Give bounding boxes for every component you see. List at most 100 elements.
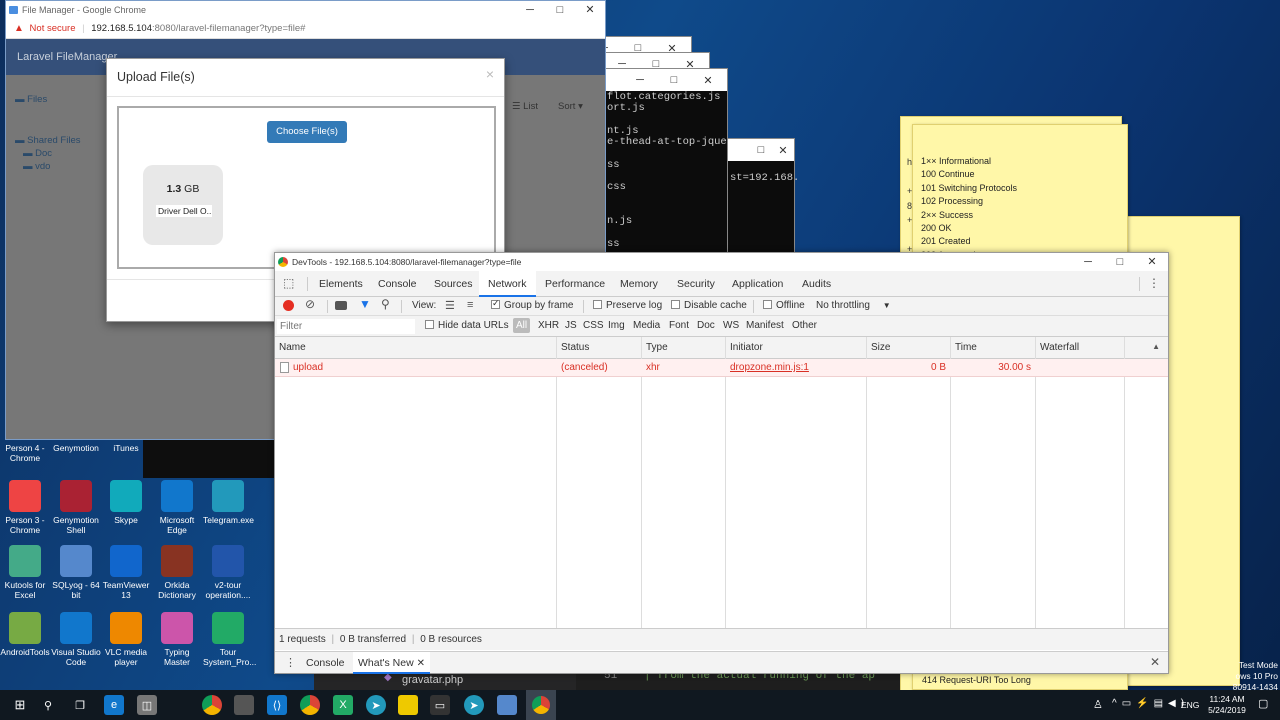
- desktop-icon[interactable]: Genymotion: [51, 443, 101, 453]
- close-tab-icon[interactable]: ✕: [417, 658, 425, 669]
- chrome-taskbar-icon-2[interactable]: [300, 695, 320, 715]
- list-view-button[interactable]: ☰ List: [512, 101, 538, 112]
- sidebar-item-shared[interactable]: ▬ Shared Files: [15, 134, 80, 147]
- filter-type-ws[interactable]: WS: [723, 320, 739, 331]
- chrome-taskbar-icon[interactable]: [202, 695, 222, 715]
- brand[interactable]: Laravel FileManager: [17, 51, 117, 63]
- filter-type-js[interactable]: JS: [565, 320, 577, 331]
- devtools-tab-application[interactable]: Application: [732, 271, 783, 297]
- devtools-titlebar[interactable]: DevTools - 192.168.5.104:8080/laravel-fi…: [275, 253, 1168, 272]
- desktop-icon[interactable]: Person 3 - Chrome: [0, 480, 50, 535]
- disable-cache-checkbox[interactable]: Disable cache: [671, 300, 747, 311]
- chrome-titlebar[interactable]: File Manager - Google Chrome ─ □ ✕: [6, 1, 605, 19]
- edge-taskbar-icon[interactable]: e: [104, 695, 124, 715]
- devtools-window[interactable]: DevTools - 192.168.5.104:8080/laravel-fi…: [274, 252, 1169, 674]
- filter-input[interactable]: [277, 319, 415, 334]
- devtools-tab-elements[interactable]: Elements: [319, 271, 363, 297]
- excel-taskbar-icon[interactable]: X: [333, 695, 353, 715]
- desktop-icon[interactable]: Orkida Dictionary: [152, 545, 202, 600]
- clear-icon[interactable]: ⊘: [305, 297, 315, 311]
- column-header-time[interactable]: Time: [951, 337, 1036, 359]
- column-header-waterfall[interactable]: Waterfall: [1036, 337, 1125, 359]
- terminal-taskbar-icon[interactable]: ▭: [430, 695, 450, 715]
- desktop-icon[interactable]: Visual Studio Code: [51, 612, 101, 667]
- desktop-icon[interactable]: Genymotion Shell: [51, 480, 101, 535]
- filter-type-css[interactable]: CSS: [583, 320, 604, 331]
- devtools-tab-network[interactable]: Network: [479, 271, 536, 297]
- filter-type-xhr[interactable]: XHR: [538, 320, 559, 331]
- desktop-icon[interactable]: AndroidTools: [0, 612, 50, 657]
- drawer-tab-whats-new[interactable]: What's New ✕: [353, 652, 430, 674]
- overview-icon[interactable]: ≡: [467, 299, 473, 311]
- close-drawer-icon[interactable]: ✕: [1150, 655, 1160, 669]
- offline-checkbox[interactable]: Offline: [763, 300, 805, 311]
- task-view-icon[interactable]: ❐: [70, 695, 90, 715]
- column-header-initiator[interactable]: Initiator: [726, 337, 867, 359]
- more-menu-icon[interactable]: ⋮: [1148, 276, 1160, 290]
- store-icon[interactable]: ◫: [137, 695, 157, 715]
- drawer-menu-icon[interactable]: ⋮: [285, 656, 296, 669]
- devtools-tab-security[interactable]: Security: [677, 271, 715, 297]
- sticky-notes-taskbar-icon[interactable]: [398, 695, 418, 715]
- filter-type-all[interactable]: All: [513, 318, 531, 333]
- search-icon[interactable]: ⚲: [38, 695, 58, 715]
- vscode-taskbar-icon[interactable]: ⟨⟩: [267, 695, 287, 715]
- tray-clock[interactable]: 11:24 AM 5/24/2019: [1202, 694, 1252, 716]
- tray-people-icon[interactable]: ♙: [1093, 698, 1103, 711]
- filter-type-img[interactable]: Img: [608, 320, 625, 331]
- dt-maximize[interactable]: □: [1104, 253, 1136, 272]
- sidebar-item-files[interactable]: ▬ Files: [15, 93, 80, 106]
- address-bar[interactable]: ▲ Not secure | 192.168.5.104:8080/larave…: [6, 19, 605, 39]
- column-header-status[interactable]: Status: [557, 337, 642, 359]
- desktop-icon[interactable]: Kutools for Excel: [0, 545, 50, 600]
- large-rows-icon[interactable]: ☰: [445, 299, 455, 312]
- desktop-icon[interactable]: Tour System_Pro...: [203, 612, 256, 667]
- start-button[interactable]: ⊞: [10, 695, 30, 715]
- table-row[interactable]: upload (canceled) xhr dropzone.min.js:1 0 B 3…: [275, 359, 1168, 377]
- not-secure-label[interactable]: Not secure: [30, 23, 76, 34]
- filter-type-font[interactable]: Font: [669, 320, 689, 331]
- telegram-taskbar-icon-2[interactable]: ➤: [464, 695, 484, 715]
- hide-data-urls-checkbox[interactable]: Hide data URLs: [425, 320, 509, 331]
- devtools-tab-sources[interactable]: Sources: [434, 271, 473, 297]
- dt-minimize[interactable]: ─: [1072, 253, 1104, 272]
- filter-type-manifest[interactable]: Manifest: [746, 320, 784, 331]
- column-header-name[interactable]: Name: [275, 337, 557, 359]
- app-taskbar-icon[interactable]: [234, 695, 254, 715]
- search-icon[interactable]: ⚲: [381, 297, 390, 311]
- desktop-icon[interactable]: Microsoft Edge: [152, 480, 202, 535]
- desktop-icon[interactable]: SQLyog - 64 bit: [51, 545, 101, 600]
- console-window-front[interactable]: ─ □ ✕ flot.categories.js ort.js nt.js e-thead…: [600, 68, 739, 268]
- devtools-tab-memory[interactable]: Memory: [620, 271, 658, 297]
- tray-icons[interactable]: ^▭⚡▤◀): [1112, 698, 1189, 709]
- dropzone[interactable]: Choose File(s) 1.3 GB Driver Dell O...: [117, 106, 496, 269]
- inspect-icon[interactable]: ⬚: [283, 276, 294, 290]
- devtools-tab-audits[interactable]: Audits: [802, 271, 831, 297]
- filter-type-media[interactable]: Media: [633, 320, 660, 331]
- camera-icon[interactable]: [335, 301, 347, 310]
- modal-close-button[interactable]: ×: [486, 66, 494, 82]
- filter-type-doc[interactable]: Doc: [697, 320, 715, 331]
- drawer-tab-console[interactable]: Console: [306, 657, 345, 669]
- tray-language[interactable]: ENG: [1181, 700, 1199, 710]
- filter-type-other[interactable]: Other: [792, 320, 817, 331]
- maximize-button[interactable]: □: [545, 1, 575, 19]
- throttling-select[interactable]: No throttling ▼: [816, 300, 891, 311]
- cell-initiator[interactable]: dropzone.min.js:1: [730, 362, 809, 373]
- desktop-icon[interactable]: iTunes: [101, 443, 151, 453]
- preserve-log-checkbox[interactable]: Preserve log: [593, 300, 662, 311]
- desktop-icon[interactable]: v2-tour operation....: [203, 545, 253, 600]
- devtools-tab-console[interactable]: Console: [378, 271, 417, 297]
- filter-icon[interactable]: ▼: [359, 297, 371, 311]
- column-header-size[interactable]: Size: [867, 337, 951, 359]
- sidebar-item-vdo[interactable]: ▬ vdo: [15, 160, 80, 173]
- sqlyog-taskbar-icon[interactable]: [497, 695, 517, 715]
- chrome-taskbar-icon-active[interactable]: [526, 690, 556, 720]
- dt-close[interactable]: ✕: [1136, 253, 1168, 272]
- desktop-icon[interactable]: Skype: [101, 480, 151, 525]
- group-by-frame-checkbox[interactable]: Group by frame: [491, 298, 573, 311]
- desktop-icon[interactable]: Person 4 - Chrome: [0, 443, 50, 463]
- devtools-tab-performance[interactable]: Performance: [545, 271, 605, 297]
- desktop-icon[interactable]: VLC media player: [101, 612, 151, 667]
- close-button[interactable]: ✕: [575, 1, 605, 19]
